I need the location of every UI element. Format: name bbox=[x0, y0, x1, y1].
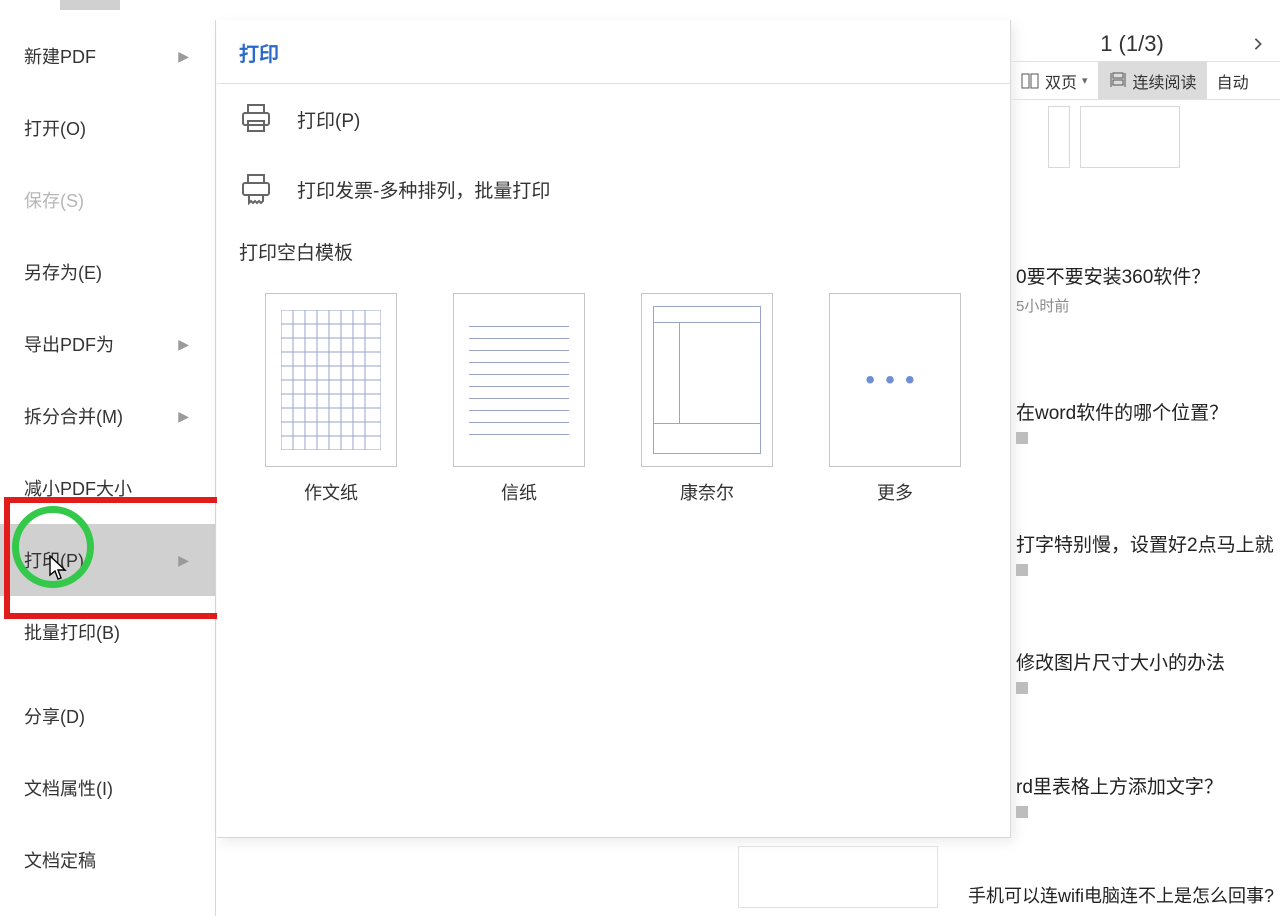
menu-label: 文档属性(I) bbox=[24, 775, 113, 801]
print-invoice-option[interactable]: 打印发票-多种排列，批量打印 bbox=[217, 154, 1010, 224]
printer-icon bbox=[239, 102, 273, 136]
template-row: 作文纸 信纸 康奈尔 ••• 更多 bbox=[217, 283, 1010, 515]
menu-batch-print[interactable]: 批量打印(B) bbox=[0, 596, 215, 668]
article-item[interactable]: 打字特别慢，设置好2点马上就 bbox=[1012, 482, 1280, 614]
menu-label: 分享(D) bbox=[24, 703, 85, 729]
menu-label: 批量打印(B) bbox=[24, 619, 120, 645]
continuous-reading-button[interactable]: 连续阅读 bbox=[1098, 62, 1207, 99]
panel-title: 打印 bbox=[217, 20, 1010, 84]
template-cornell[interactable]: 康奈尔 bbox=[641, 293, 773, 505]
file-menu: 新建PDF ▶ 打开(O) 保存(S) 另存为(E) 导出PDF为 ▶ 拆分合并… bbox=[0, 20, 216, 916]
template-more[interactable]: ••• 更多 bbox=[829, 293, 961, 505]
menu-label: 文档定稿 bbox=[24, 847, 96, 873]
page-indicator[interactable]: 1 (1/3) bbox=[1028, 31, 1236, 57]
article-title: rd里表格上方添加文字？ bbox=[1016, 772, 1274, 799]
two-page-view-button[interactable]: 双页 ▾ bbox=[1010, 62, 1098, 99]
template-label: 康奈尔 bbox=[680, 479, 734, 505]
article-meta: 5小时前 bbox=[1016, 295, 1274, 316]
menu-label: 另存为(E) bbox=[24, 259, 102, 285]
menu-label: 打开(O) bbox=[24, 115, 86, 141]
menu-open[interactable]: 打开(O) bbox=[0, 92, 215, 164]
menu-label: 保存(S) bbox=[24, 187, 84, 213]
meta-icon bbox=[1016, 432, 1028, 444]
menu-new-pdf[interactable]: 新建PDF ▶ bbox=[0, 20, 215, 92]
template-label: 信纸 bbox=[501, 479, 537, 505]
template-preview bbox=[641, 293, 773, 467]
tab-fragment bbox=[60, 0, 120, 10]
article-title: 修改图片尺寸大小的办法 bbox=[1016, 648, 1274, 675]
printer-invoice-icon bbox=[239, 172, 273, 206]
menu-label: 打印(P) bbox=[24, 547, 84, 573]
meta-icon bbox=[1016, 682, 1028, 694]
print-option[interactable]: 打印(P) bbox=[217, 84, 1010, 154]
menu-split-merge[interactable]: 拆分合并(M) ▶ bbox=[0, 380, 215, 452]
thumb bbox=[1080, 106, 1180, 168]
chevron-right-icon: ▶ bbox=[178, 336, 189, 353]
menu-label: 拆分合并(M) bbox=[24, 403, 123, 429]
menu-label: 减小PDF大小 bbox=[24, 475, 132, 501]
chevron-right-icon: ▶ bbox=[178, 408, 189, 425]
auto-button[interactable]: 自动 bbox=[1207, 62, 1259, 99]
template-preview bbox=[265, 293, 397, 467]
placeholder-box bbox=[738, 846, 938, 908]
bottom-strip: 手机可以连wifi电脑连不上是怎么回事? bbox=[690, 836, 1280, 916]
article-item[interactable]: 0要不要安装360软件？ 5小时前 bbox=[1012, 250, 1280, 350]
template-composition[interactable]: 作文纸 bbox=[265, 293, 397, 505]
template-letter[interactable]: 信纸 bbox=[453, 293, 585, 505]
template-label: 作文纸 bbox=[304, 479, 358, 505]
menu-save: 保存(S) bbox=[0, 164, 215, 236]
continuous-icon bbox=[1108, 71, 1128, 91]
print-submenu-panel: 打印 打印(P) 打印发票-多种排列，批量打印 打印空白模板 bbox=[217, 20, 1011, 838]
template-preview bbox=[453, 293, 585, 467]
article-title: 打字特别慢，设置好2点马上就 bbox=[1016, 530, 1274, 557]
more-icon: ••• bbox=[829, 293, 961, 467]
button-label: 连续阅读 bbox=[1133, 69, 1197, 93]
button-label: 双页 bbox=[1045, 69, 1077, 93]
article-item[interactable]: 在word软件的哪个位置？ bbox=[1012, 350, 1280, 482]
two-page-icon bbox=[1020, 71, 1040, 91]
chevron-right-icon: ▶ bbox=[178, 48, 189, 65]
option-label: 打印发票-多种排列，批量打印 bbox=[297, 176, 550, 203]
menu-finalize[interactable]: 文档定稿 bbox=[0, 824, 215, 896]
menu-reduce-size[interactable]: 减小PDF大小 bbox=[0, 452, 215, 524]
menu-share[interactable]: 分享(D) bbox=[0, 680, 215, 752]
meta-icon bbox=[1016, 806, 1028, 818]
menu-print[interactable]: 打印(P) ▶ bbox=[0, 524, 215, 596]
view-toolbar: 1 (1/3) 双页 ▾ 连续阅读 自动 bbox=[1010, 20, 1280, 100]
document-thumbnails bbox=[1048, 106, 1180, 176]
article-list: 0要不要安装360软件？ 5小时前 在word软件的哪个位置？ 打字特别慢，设置… bbox=[1012, 250, 1280, 856]
chevron-right-icon: ▶ bbox=[178, 552, 189, 569]
menu-export-pdf-as[interactable]: 导出PDF为 ▶ bbox=[0, 308, 215, 380]
next-page-button[interactable] bbox=[1244, 30, 1272, 58]
button-label: 自动 bbox=[1217, 69, 1249, 93]
meta-icon bbox=[1016, 564, 1028, 576]
caret-down-icon: ▾ bbox=[1082, 74, 1088, 87]
option-label: 打印(P) bbox=[297, 106, 360, 133]
article-item[interactable]: 修改图片尺寸大小的办法 bbox=[1012, 614, 1280, 732]
thumb bbox=[1048, 106, 1070, 168]
menu-label: 新建PDF bbox=[24, 43, 96, 69]
menu-doc-properties[interactable]: 文档属性(I) bbox=[0, 752, 215, 824]
template-label: 更多 bbox=[877, 479, 913, 505]
article-title: 在word软件的哪个位置？ bbox=[1016, 398, 1274, 425]
menu-save-as[interactable]: 另存为(E) bbox=[0, 236, 215, 308]
bottom-article-title[interactable]: 手机可以连wifi电脑连不上是怎么回事? bbox=[968, 882, 1274, 908]
blank-templates-label: 打印空白模板 bbox=[217, 224, 1010, 283]
menu-label: 导出PDF为 bbox=[24, 331, 114, 357]
article-title: 0要不要安装360软件？ bbox=[1016, 262, 1274, 289]
